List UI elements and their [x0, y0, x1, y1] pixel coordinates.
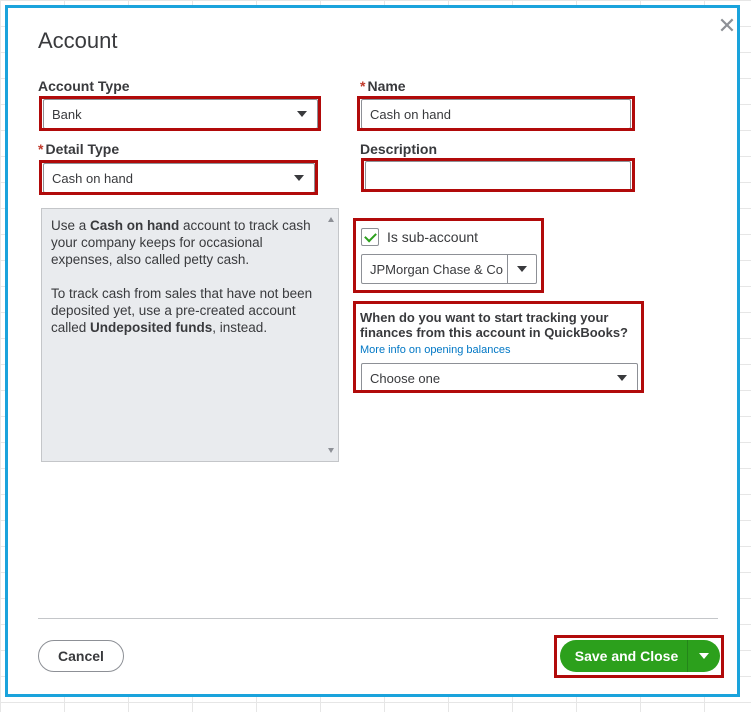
- highlight-save: [554, 635, 724, 678]
- footer-divider: [38, 618, 718, 619]
- detail-type-label-text: Detail Type: [45, 141, 120, 157]
- highlight-account-type: [39, 96, 321, 131]
- account-type-label: Account Type: [38, 78, 130, 94]
- highlight-description: [361, 158, 635, 192]
- required-marker: *: [360, 78, 366, 94]
- close-icon[interactable]: ✕: [717, 15, 737, 37]
- scroll-up-icon[interactable]: [328, 217, 334, 222]
- detail-type-help: Use a Cash on hand account to track cash…: [41, 208, 339, 462]
- required-marker: *: [38, 141, 44, 157]
- name-label-text: Name: [367, 78, 406, 94]
- detail-type-label: * Detail Type: [38, 141, 119, 157]
- highlight-name: [357, 96, 635, 131]
- dialog-title: Account: [38, 28, 118, 53]
- help-paragraph-2: To track cash from sales that have not b…: [51, 286, 313, 335]
- name-label: * Name: [360, 78, 406, 94]
- help-paragraph-1: Use a Cash on hand account to track cash…: [51, 218, 311, 267]
- account-dialog: Account ✕ Account Type Bank * Name Cash o…: [5, 5, 740, 697]
- description-label: Description: [360, 141, 438, 157]
- highlight-detail-type: [39, 160, 318, 195]
- highlight-tracking: [353, 301, 644, 393]
- highlight-sub-account: [353, 218, 544, 293]
- cancel-button[interactable]: Cancel: [38, 640, 124, 672]
- scroll-down-icon[interactable]: [328, 448, 334, 453]
